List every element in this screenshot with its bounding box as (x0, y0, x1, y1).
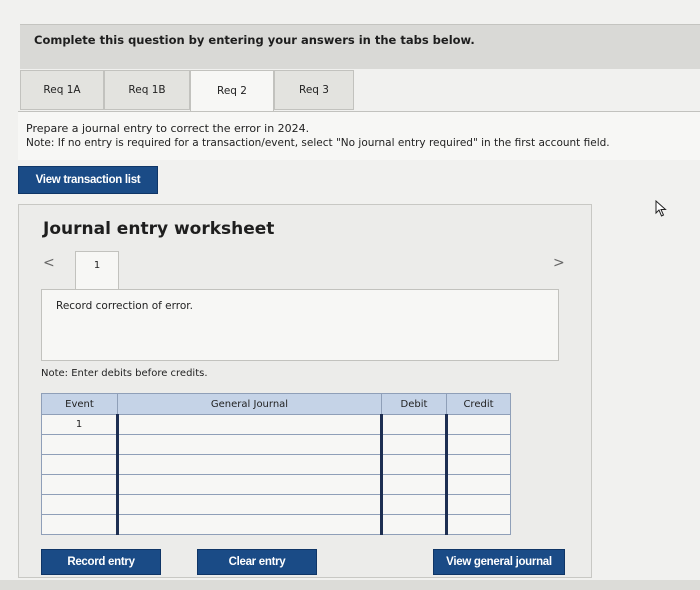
table-row (41, 474, 511, 495)
debit-input[interactable] (381, 474, 447, 495)
prompt-note: Note: If no entry is required for a tran… (26, 137, 610, 149)
credit-input[interactable] (445, 454, 511, 475)
credit-input[interactable] (445, 474, 511, 495)
table-row: 1 (41, 414, 511, 435)
instruction-text: Complete this question by entering your … (34, 33, 475, 47)
credit-input[interactable] (445, 494, 511, 515)
debit-input[interactable] (381, 494, 447, 515)
worksheet-panel: Record correction of error. (41, 289, 559, 361)
requirement-tabs: Req 1A Req 1B Req 2 Req 3 (20, 70, 700, 112)
event-cell (41, 434, 118, 455)
event-cell: 1 (41, 414, 118, 435)
table-row (41, 514, 511, 535)
account-select[interactable] (116, 434, 383, 455)
table-row (41, 434, 511, 455)
column-header-general-journal: General Journal (117, 393, 382, 415)
worksheet-panel-text: Record correction of error. (56, 300, 193, 312)
table-row (41, 454, 511, 475)
tab-label: Req 1A (43, 84, 81, 96)
tab-req-2[interactable]: Req 2 (190, 70, 274, 112)
account-select[interactable] (116, 474, 383, 495)
column-header-debit: Debit (381, 393, 447, 415)
view-transaction-list-button[interactable]: View transaction list (18, 166, 158, 194)
chevron-right-icon[interactable]: > (553, 255, 565, 271)
event-cell (41, 494, 118, 515)
account-select[interactable] (116, 454, 383, 475)
chevron-left-icon[interactable]: < (43, 255, 55, 271)
tab-label: Req 3 (299, 84, 329, 96)
clear-entry-button[interactable]: Clear entry (197, 549, 317, 575)
prompt-text: Prepare a journal entry to correct the e… (26, 122, 310, 135)
table-row (41, 494, 511, 515)
tab-req-1a[interactable]: Req 1A (20, 70, 104, 110)
debit-input[interactable] (381, 414, 447, 435)
instruction-bar: Complete this question by entering your … (20, 24, 700, 69)
record-entry-button[interactable]: Record entry (41, 549, 161, 575)
debit-input[interactable] (381, 454, 447, 475)
tab-content: Prepare a journal entry to correct the e… (18, 111, 700, 160)
debit-input[interactable] (381, 434, 447, 455)
credit-input[interactable] (445, 434, 511, 455)
tab-label: Req 1B (128, 84, 166, 96)
credit-input[interactable] (445, 414, 511, 435)
worksheet-title: Journal entry worksheet (43, 219, 275, 239)
bottom-strip (0, 580, 700, 590)
column-header-credit: Credit (446, 393, 511, 415)
view-general-journal-button[interactable]: View general journal (433, 549, 565, 575)
account-select[interactable] (116, 514, 383, 535)
tab-req-3[interactable]: Req 3 (274, 70, 354, 110)
debit-input[interactable] (381, 514, 447, 535)
column-header-event: Event (41, 393, 118, 415)
worksheet-tab-label: 1 (93, 260, 101, 271)
account-select[interactable] (116, 494, 383, 515)
credit-input[interactable] (445, 514, 511, 535)
journal-entry-worksheet: Journal entry worksheet < 1 > Record cor… (18, 204, 592, 578)
account-select[interactable] (116, 414, 383, 435)
mouse-pointer-icon (655, 200, 667, 217)
debits-note: Note: Enter debits before credits. (41, 368, 208, 379)
tab-label: Req 2 (217, 85, 247, 97)
event-cell (41, 514, 118, 535)
event-cell (41, 474, 118, 495)
tab-req-1b[interactable]: Req 1B (104, 70, 190, 110)
event-cell (41, 454, 118, 475)
journal-table: Event General Journal Debit Credit 1 (41, 393, 511, 535)
worksheet-tab-1[interactable]: 1 (75, 251, 119, 289)
